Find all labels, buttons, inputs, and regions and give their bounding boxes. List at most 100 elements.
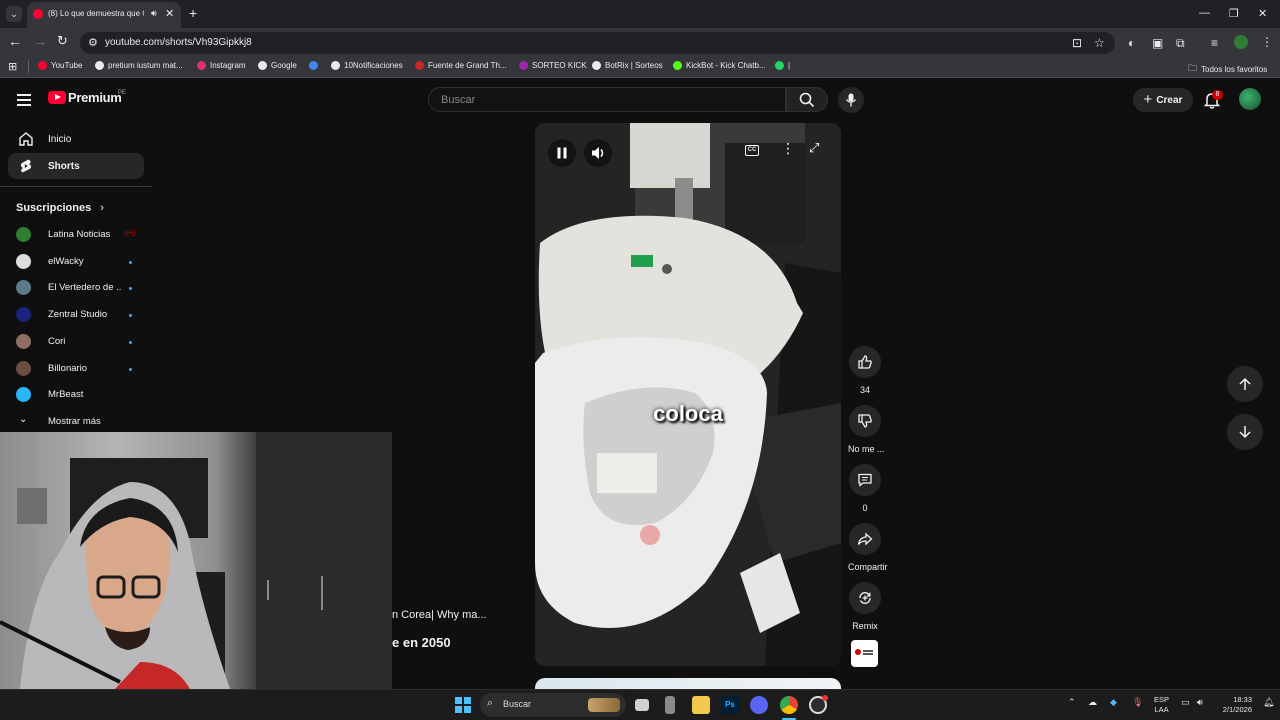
subscription-item[interactable]: Cori <box>16 332 146 352</box>
more-options-icon[interactable]: ⋮ <box>781 140 795 157</box>
remix-button[interactable] <box>849 582 881 614</box>
remix-action[interactable]: Remix <box>848 582 882 631</box>
chrome-icon[interactable] <box>780 696 798 714</box>
shorts-video-player[interactable]: CC ⋮ ⤢ coloca <box>535 123 841 666</box>
sidebar-item-label: Inicio <box>48 133 72 145</box>
bookmark-star-icon[interactable]: ☆ <box>1094 36 1105 50</box>
install-app-icon[interactable]: ⊡ <box>1072 36 1082 50</box>
show-more-button[interactable]: ⌄ Mostrar más <box>16 412 146 432</box>
apps-grid-icon[interactable]: ⊞ <box>8 60 17 73</box>
bookmark-item[interactable]: KickBot - Kick Chatb... <box>673 61 766 70</box>
url-text[interactable]: youtube.com/shorts/Vh93Gipkkj8 <box>105 37 252 48</box>
chrome-menu-icon[interactable]: ⋮ <box>1261 35 1273 49</box>
subscription-item[interactable]: Billonario <box>16 359 146 379</box>
back-arrow-icon[interactable]: ← <box>8 34 22 48</box>
search-input[interactable]: Buscar <box>428 87 786 112</box>
next-video-preview[interactable] <box>535 678 841 689</box>
restore-icon[interactable]: ❐ <box>1229 7 1239 20</box>
create-button[interactable]: + Crear <box>1133 88 1193 112</box>
youtube-premium-logo[interactable]: Premium PE <box>48 90 126 105</box>
previous-short-button[interactable] <box>1227 366 1263 402</box>
share-button[interactable] <box>849 523 881 555</box>
bookmark-item[interactable]: Instagram <box>197 61 246 70</box>
comments-button[interactable] <box>849 464 881 496</box>
bookmark-item[interactable]: YouTube <box>38 61 82 70</box>
next-short-button[interactable] <box>1227 414 1263 450</box>
like-action[interactable]: 34 <box>848 346 882 395</box>
tray-app-icon[interactable]: ☁ <box>1088 697 1097 708</box>
tab-search-button[interactable]: ⌄ <box>6 6 22 22</box>
new-tab-icon[interactable]: + <box>189 5 197 21</box>
subscription-item[interactable]: elWacky <box>16 252 146 272</box>
network-icon[interactable]: ▭ <box>1181 697 1190 708</box>
comments-action[interactable]: 0 <box>848 464 882 513</box>
app-icon-generic[interactable] <box>665 696 675 714</box>
subscription-name: Zentral Studio <box>48 309 108 321</box>
speaker-icon[interactable]: 🔊︎ <box>151 8 157 19</box>
bookmark-favicon-icon <box>197 61 206 70</box>
subscription-item[interactable]: MrBeast <box>16 385 146 405</box>
channel-thumbnail[interactable] <box>851 640 878 667</box>
dislike-label: No me ... <box>848 444 885 454</box>
profile-avatar[interactable] <box>1234 35 1248 49</box>
windows-start-icon[interactable] <box>455 697 471 713</box>
subscriptions-header[interactable]: Suscripciones › <box>16 202 104 214</box>
bookmark-item[interactable]: pretium iustum mat... <box>95 61 183 70</box>
account-avatar[interactable] <box>1239 88 1261 110</box>
extensions-puzzle-icon[interactable]: ⧉ <box>1176 36 1185 51</box>
dislike-button[interactable] <box>849 405 881 437</box>
reload-icon[interactable]: ↻ <box>57 34 68 48</box>
clock[interactable]: 18:33 2/1/2026 <box>1216 695 1252 715</box>
all-favorites-folder[interactable]: 🗀︎ Todos los favoritos <box>1188 61 1267 77</box>
bookmark-item[interactable]: Google <box>258 61 297 70</box>
voice-search-button[interactable] <box>838 87 864 113</box>
captions-icon[interactable]: CC <box>745 145 759 156</box>
close-tab-icon[interactable]: ✕ <box>165 7 174 20</box>
omnibox[interactable]: ⚙ youtube.com/shorts/Vh93Gipkkj8 ⊡ ☆ <box>80 32 1115 54</box>
dislike-action[interactable]: No me ... <box>848 405 885 454</box>
thumbs-up-icon <box>858 355 872 369</box>
volume-tray-icon[interactable]: 🔊︎ <box>1197 697 1203 708</box>
subscription-item[interactable]: Latina Noticias ((•)) <box>16 225 146 245</box>
subscription-item[interactable]: Zentral Studio <box>16 305 146 325</box>
bookmark-item[interactable] <box>309 61 322 70</box>
like-button[interactable] <box>849 346 881 378</box>
forward-arrow-icon[interactable]: → <box>33 34 47 48</box>
arrow-down-icon <box>1239 426 1251 439</box>
notification-center-icon[interactable]: 🔔︎ <box>1263 697 1274 708</box>
fullscreen-icon[interactable]: ⤢ <box>809 140 819 156</box>
microphone-tray-icon[interactable]: 🎙︎ <box>1132 697 1143 708</box>
show-hidden-icons-chevron-icon[interactable]: ⌃ <box>1068 697 1076 708</box>
photoshop-icon[interactable]: Ps <box>721 696 739 714</box>
overlay-title-line2[interactable]: e en 2050 <box>392 635 451 650</box>
subscription-item[interactable]: El Vertedero de ... <box>16 278 146 298</box>
language-indicator[interactable]: ESP LAA <box>1154 695 1169 715</box>
task-view-icon[interactable] <box>635 699 649 711</box>
sidebar-item-home[interactable]: Inicio <box>8 126 144 152</box>
browser-tab-active[interactable]: (8) Lo que demuestra que C 🔊︎ ✕ <box>27 2 181 28</box>
share-action[interactable]: Compartir <box>848 523 888 572</box>
bookmark-item[interactable]: BotRix | Sorteos <box>592 61 663 70</box>
bookmark-favicon-icon <box>331 61 340 70</box>
minimize-icon[interactable]: — <box>1199 7 1210 19</box>
window-close-icon[interactable]: ✕ <box>1258 7 1267 20</box>
extension-dark-icon[interactable]: ◐ <box>1128 36 1135 50</box>
file-explorer-icon[interactable] <box>692 696 710 714</box>
menu-hamburger-icon[interactable] <box>17 94 31 109</box>
tray-network-app-icon[interactable]: ◆ <box>1110 697 1117 708</box>
bookmark-item[interactable]: 10Notificaciones <box>331 61 403 70</box>
search-button[interactable] <box>786 87 828 112</box>
extension-card-icon[interactable]: ▣ <box>1152 36 1163 50</box>
taskbar-search-input[interactable]: ⌕ Buscar <box>480 693 626 717</box>
sidebar-item-shorts[interactable]: Shorts <box>8 153 144 179</box>
bookmark-item[interactable]: SORTEO KICK <box>519 61 587 70</box>
media-control-icon[interactable]: ≡ <box>1211 36 1218 50</box>
discord-icon[interactable] <box>750 696 768 714</box>
site-info-icon[interactable]: ⚙ <box>88 36 98 49</box>
pause-button[interactable] <box>548 139 576 167</box>
bookmark-item[interactable]: Fuente de Grand Th... <box>415 61 507 70</box>
bookmark-item[interactable]: | <box>775 61 790 70</box>
overlay-title-line1[interactable]: n Corea| Why ma... <box>392 609 487 621</box>
channel-avatar <box>16 360 31 376</box>
volume-button[interactable] <box>584 139 612 167</box>
